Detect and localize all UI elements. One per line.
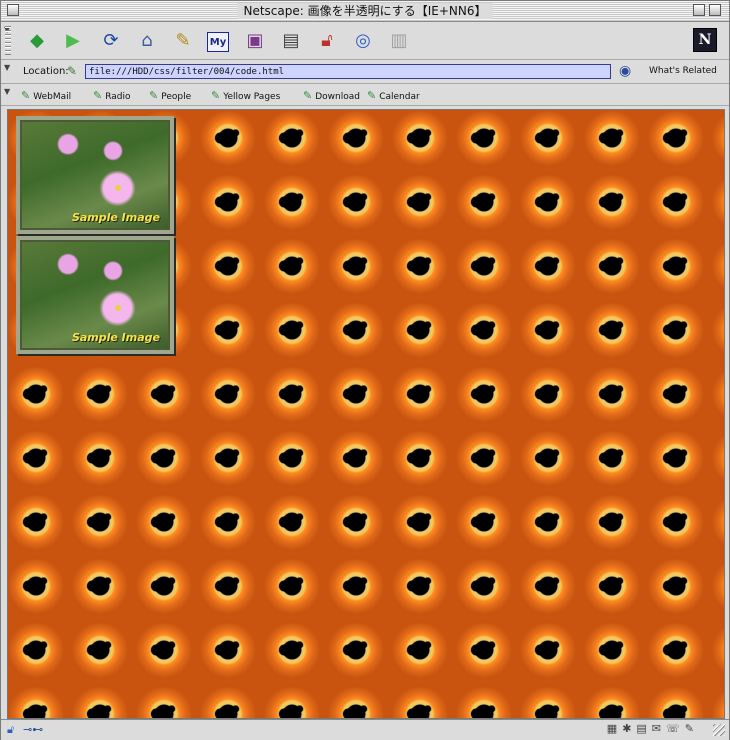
navigation-toolbar: ▼ ◆ ▶ ⟳ ⌂ ✎ My ▣ ▤ 🔓︎ ◎ ▥ N bbox=[1, 22, 729, 60]
component-bar-icons[interactable]: ▦✱▤✉☏✎ bbox=[607, 722, 699, 735]
toolbar-collapse-icon[interactable]: ▼ bbox=[4, 63, 10, 72]
search-icon[interactable]: ✎ bbox=[171, 28, 195, 52]
bookmark-people[interactable]: ✎ People bbox=[149, 89, 191, 102]
zoom-box[interactable] bbox=[693, 4, 705, 16]
bookmark-icon: ✎ bbox=[367, 89, 377, 102]
bookmark-icon: ✎ bbox=[93, 89, 103, 102]
sample-image-caption: Sample Image bbox=[71, 211, 160, 224]
security-lock-icon[interactable]: 🔓︎ bbox=[7, 723, 14, 737]
print-icon[interactable]: ▤ bbox=[279, 28, 303, 52]
netscape-logo[interactable]: N bbox=[693, 28, 717, 52]
home-icon[interactable]: ⌂ bbox=[135, 28, 159, 52]
status-bar: 🔓︎ ⊸⊷ ▦✱▤✉☏✎ bbox=[1, 719, 729, 740]
forward-icon[interactable]: ▶ bbox=[61, 28, 85, 52]
bookmark-yellow-pages[interactable]: ✎ Yellow Pages bbox=[211, 89, 280, 102]
security-icon[interactable]: 🔓︎ bbox=[315, 28, 339, 52]
shop-icon[interactable]: ◎ bbox=[351, 28, 375, 52]
toolbar-collapse-icon[interactable]: ▼ bbox=[4, 87, 10, 96]
images-icon[interactable]: ▣ bbox=[243, 28, 267, 52]
whats-related-button[interactable]: What's Related bbox=[649, 66, 717, 76]
page-proxy-icon[interactable]: ✎ bbox=[67, 64, 77, 78]
my-netscape-icon[interactable]: My bbox=[207, 32, 229, 52]
bookmark-icon: ✎ bbox=[21, 89, 31, 102]
sample-image-translucent: Sample Image bbox=[16, 236, 174, 354]
flower-center bbox=[114, 185, 121, 192]
bookmark-calendar[interactable]: ✎ Calendar bbox=[367, 89, 420, 102]
connection-icon: ⊸⊷ bbox=[23, 723, 44, 736]
resize-grip-icon[interactable] bbox=[713, 724, 725, 736]
bookmark-icon: ✎ bbox=[149, 89, 159, 102]
bookmark-icon: ✎ bbox=[211, 89, 221, 102]
sample-image: Sample Image bbox=[16, 116, 174, 234]
personal-toolbar: ▼ ✎ WebMail ✎ Radio ✎ People ✎ Yellow Pages … bbox=[1, 84, 729, 106]
close-box[interactable] bbox=[7, 4, 19, 16]
bookmark-webmail[interactable]: ✎ WebMail bbox=[21, 89, 71, 102]
stop-icon[interactable]: ▥ bbox=[387, 28, 411, 52]
collapse-box[interactable] bbox=[709, 4, 721, 16]
reload-icon[interactable]: ⟳ bbox=[99, 28, 123, 52]
location-input[interactable]: file:///HDD/css/filter/004/code.html bbox=[85, 64, 611, 79]
location-label: Location: bbox=[23, 66, 69, 77]
location-toolbar: ▼ Location: ✎ file:///HDD/css/filter/004… bbox=[1, 60, 729, 84]
title-bar[interactable]: Netscape: 画像を半透明にする【IE+NN6】 bbox=[1, 1, 729, 22]
sample-image-caption: Sample Image bbox=[71, 331, 160, 344]
page-content[interactable]: Sample Image Sample Image bbox=[7, 109, 725, 719]
bookmark-icon: ✎ bbox=[303, 89, 313, 102]
toolbar-grip[interactable] bbox=[5, 26, 11, 55]
bookmark-download[interactable]: ✎ Download bbox=[303, 89, 360, 102]
flower-center bbox=[114, 305, 121, 312]
window-title: Netscape: 画像を半透明にする【IE+NN6】 bbox=[237, 3, 493, 19]
browser-window: Netscape: 画像を半透明にする【IE+NN6】 ▼ ◆ ▶ ⟳ ⌂ ✎ … bbox=[0, 0, 730, 740]
back-icon[interactable]: ◆ bbox=[25, 28, 49, 52]
whats-related-icon[interactable]: ◉ bbox=[619, 63, 631, 79]
bookmark-radio[interactable]: ✎ Radio bbox=[93, 89, 131, 102]
